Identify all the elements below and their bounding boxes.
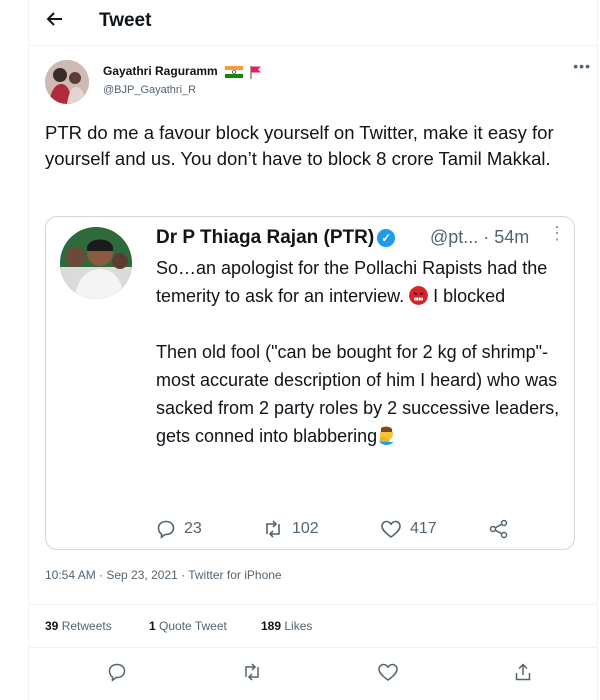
tweet-timestamp[interactable]: 10:54 AM · Sep 23, 2021 · Twitter for iP…: [45, 568, 282, 582]
likes-stat[interactable]: 189 Likes: [261, 619, 312, 633]
quote-like-button[interactable]: 417: [380, 519, 437, 539]
reply-button[interactable]: [107, 662, 127, 687]
share-button[interactable]: [513, 662, 533, 687]
tweet-page: Tweet Gayathri Raguramm @BJP_Gayathri_R …: [28, 0, 598, 700]
quote-actions: 23 102 417: [156, 519, 556, 543]
quote-author-name[interactable]: Dr P Thiaga Rajan (PTR) ✓: [156, 227, 396, 249]
arrow-left-icon: [46, 12, 62, 26]
reply-icon: [157, 520, 175, 539]
retweets-stat[interactable]: 39 Retweets: [45, 619, 112, 633]
quote-retweet-button[interactable]: 102: [262, 519, 319, 539]
quote-author-name-text: Dr P Thiaga Rajan (PTR): [156, 227, 375, 248]
quote-handle-time[interactable]: @pt... · 54m: [430, 227, 529, 248]
quote-paragraph-2-text: Then old fool ("can be bought for 2 kg o…: [156, 342, 560, 446]
angry-face-emoji-icon: [409, 286, 429, 305]
facepalm-emoji-icon: [378, 426, 396, 445]
heart-icon: [378, 663, 398, 681]
retweets-count: 39: [45, 619, 59, 633]
back-button[interactable]: [45, 9, 65, 34]
likes-count: 189: [261, 619, 282, 633]
quote-reply-count: 23: [184, 520, 202, 537]
quote-paragraph-1-end: I blocked: [433, 286, 506, 306]
tweet-actions: [29, 660, 597, 690]
quote-retweet-count: 102: [292, 520, 319, 537]
author-handle[interactable]: @BJP_Gayathri_R: [103, 84, 196, 96]
reply-icon: [108, 663, 126, 682]
page-title: Tweet: [99, 10, 152, 31]
quote-avatar[interactable]: [60, 227, 132, 299]
heart-icon: [381, 520, 401, 538]
author-name-text: Gayathri Raguramm: [103, 64, 218, 78]
retweet-button[interactable]: [241, 662, 263, 687]
india-flag-icon: [225, 65, 244, 78]
quote-like-count: 417: [410, 520, 437, 537]
quote-tweets-stat[interactable]: 1 Quote Tweet: [149, 619, 227, 633]
red-flag-icon: [250, 65, 262, 79]
quote-share-button[interactable]: [488, 519, 510, 539]
tweet-stats: 39 Retweets 1 Quote Tweet 189 Likes: [29, 604, 597, 648]
quote-more-icon[interactable]: ⋮: [548, 223, 566, 244]
quotes-count: 1: [149, 619, 156, 633]
quotes-label: Quote Tweet: [159, 619, 227, 633]
retweet-icon: [245, 663, 259, 681]
author-name[interactable]: Gayathri Raguramm: [103, 64, 262, 79]
upload-share-icon: [515, 663, 531, 681]
tweet-text: PTR do me a favour block yourself on Twi…: [45, 122, 554, 169]
likes-label: Likes: [284, 619, 313, 633]
verified-badge-icon: ✓: [377, 229, 396, 247]
quote-paragraph-2: Then old fool ("can be bought for 2 kg o…: [156, 338, 566, 450]
like-button[interactable]: [377, 662, 399, 687]
header: Tweet: [29, 0, 597, 46]
quote-profile-photo: [60, 227, 132, 299]
avatar[interactable]: [45, 60, 89, 104]
profile-photo: [45, 60, 89, 104]
quote-paragraph-1: So…an apologist for the Pollachi Rapists…: [156, 254, 566, 310]
quoted-tweet[interactable]: Dr P Thiaga Rajan (PTR) ✓ @pt... · 54m ⋮ …: [45, 216, 575, 550]
retweets-label: Retweets: [61, 619, 112, 633]
retweet-icon: [266, 520, 280, 538]
quote-text: So…an apologist for the Pollachi Rapists…: [156, 254, 566, 450]
share-icon: [489, 519, 508, 539]
quote-reply-button[interactable]: 23: [156, 519, 202, 539]
more-options-icon[interactable]: •••: [573, 58, 591, 74]
